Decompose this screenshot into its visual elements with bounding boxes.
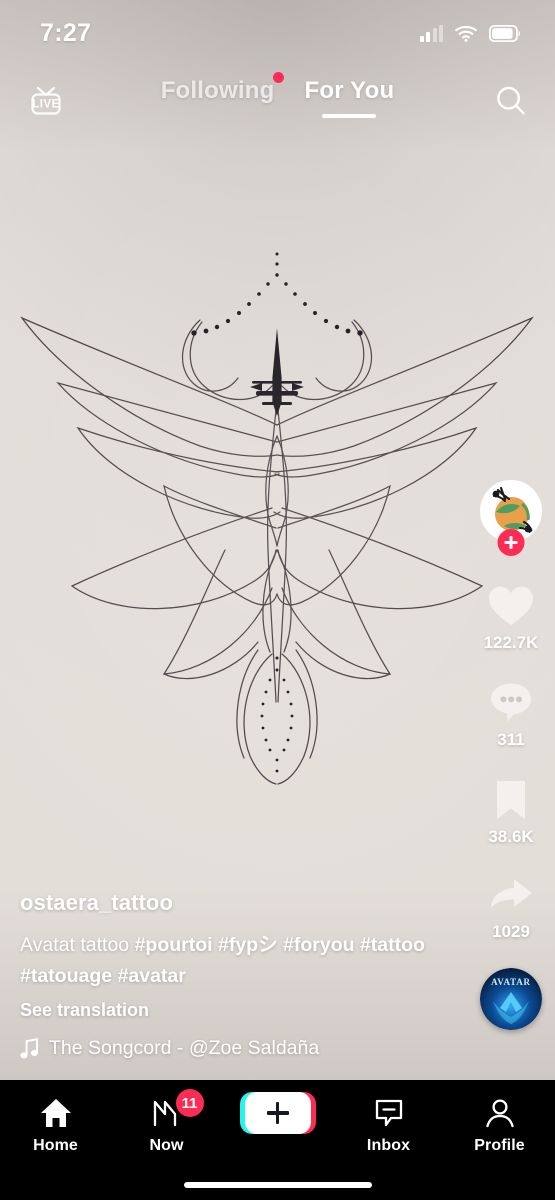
avatar-block[interactable]: [480, 480, 542, 562]
search-button[interactable]: [485, 75, 537, 127]
tab-following[interactable]: Following: [157, 72, 285, 108]
tab-for-you[interactable]: For You: [300, 74, 398, 118]
share-count: 1029: [492, 922, 530, 941]
top-navigation-bar: LIVE Following For You: [0, 72, 555, 130]
comment-bubble-icon: [491, 683, 532, 722]
plus-icon: [266, 1102, 289, 1124]
hashtag-pourtoi[interactable]: #pourtoi: [135, 934, 213, 956]
search-icon: [497, 86, 525, 115]
tiktok-app-screen: 7:27 LIVE Following For You 122.7K 311 3…: [0, 0, 555, 1200]
bookmark-icon: [497, 781, 525, 819]
create-center: [244, 1092, 311, 1134]
now-icon-box: 11: [150, 1089, 204, 1132]
inbox-icon-box: [372, 1094, 406, 1132]
nav-label-profile: Profile: [474, 1137, 525, 1154]
caption-block: ostaera_tattoo Avatat tattoo #pourtoi #f…: [0, 890, 470, 1060]
album-disc: AVATAR: [480, 968, 542, 1030]
nav-label-inbox: Inbox: [366, 1137, 411, 1154]
nav-item-home[interactable]: Home: [5, 1094, 107, 1155]
comment-button[interactable]: 311: [488, 681, 534, 750]
hashtag-foryou[interactable]: #foryou: [283, 934, 355, 956]
caption-description: Avatat tattoo: [20, 934, 130, 956]
bookmark-button[interactable]: 38.6K: [488, 778, 534, 847]
home-icon-box: [39, 1094, 73, 1132]
hashtag-avatar[interactable]: #avatar: [118, 965, 186, 987]
hashtag-tattoo[interactable]: #tattoo: [360, 934, 425, 956]
cellular-signal-icon: [419, 24, 443, 42]
nav-label-home: Home: [33, 1137, 78, 1154]
profile-icon: [485, 1099, 514, 1128]
home-icon: [40, 1099, 71, 1127]
like-count: 122.7K: [483, 633, 539, 652]
status-bar: 7:27: [0, 0, 555, 66]
tab-following-label: Following: [160, 77, 275, 104]
nav-item-inbox[interactable]: Inbox: [338, 1094, 440, 1155]
see-translation-link[interactable]: See translation: [20, 1000, 470, 1021]
comment-count: 311: [497, 730, 525, 749]
tab-active-underline: [322, 114, 377, 118]
profile-icon-box: [483, 1094, 517, 1132]
tab-for-you-label: For You: [304, 77, 395, 104]
home-indicator: [183, 1182, 372, 1188]
caption-text[interactable]: Avatat tattoo #pourtoi #fypシ #foryou #ta…: [20, 930, 470, 992]
album-label: AVATAR: [491, 977, 531, 987]
nav-item-profile[interactable]: Profile: [449, 1094, 551, 1155]
heart-icon: [488, 586, 533, 625]
nav-item-now[interactable]: 11 Now: [116, 1089, 218, 1155]
album-cover-image: AVATAR: [480, 968, 542, 1030]
nav-item-create[interactable]: [227, 1092, 329, 1134]
following-notification-dot: [273, 72, 285, 83]
hashtag-tatouage[interactable]: #tatouage: [20, 965, 112, 987]
share-arrow-icon: [491, 879, 532, 908]
bookmark-count: 38.6K: [488, 827, 534, 846]
wifi-icon: [455, 26, 477, 42]
battery-icon: [489, 24, 520, 42]
like-button[interactable]: 122.7K: [483, 584, 539, 653]
music-title: The Songcord - @Zoe Saldaña: [49, 1037, 320, 1059]
action-rail: 122.7K 311 38.6K 1029 AVATAR: [467, 480, 555, 1030]
create-icon-box: [239, 1092, 316, 1134]
feed-tabs: Following For You: [0, 72, 555, 118]
music-note-icon: [20, 1037, 38, 1058]
follow-button[interactable]: [497, 529, 525, 556]
create-icon[interactable]: [239, 1092, 316, 1134]
status-bar-icons: [419, 24, 522, 42]
hashtag-fyp[interactable]: #fypシ: [218, 934, 278, 956]
status-bar-clock: 7:27: [40, 18, 92, 47]
now-badge: 11: [175, 1089, 204, 1117]
album-disc-button[interactable]: AVATAR: [480, 968, 542, 1030]
share-button[interactable]: 1029: [487, 875, 535, 942]
nav-label-now: Now: [149, 1137, 184, 1154]
inbox-icon: [375, 1099, 402, 1127]
username-label[interactable]: ostaera_tattoo: [20, 890, 470, 916]
music-row[interactable]: The Songcord - @Zoe Saldaña: [20, 1037, 470, 1060]
